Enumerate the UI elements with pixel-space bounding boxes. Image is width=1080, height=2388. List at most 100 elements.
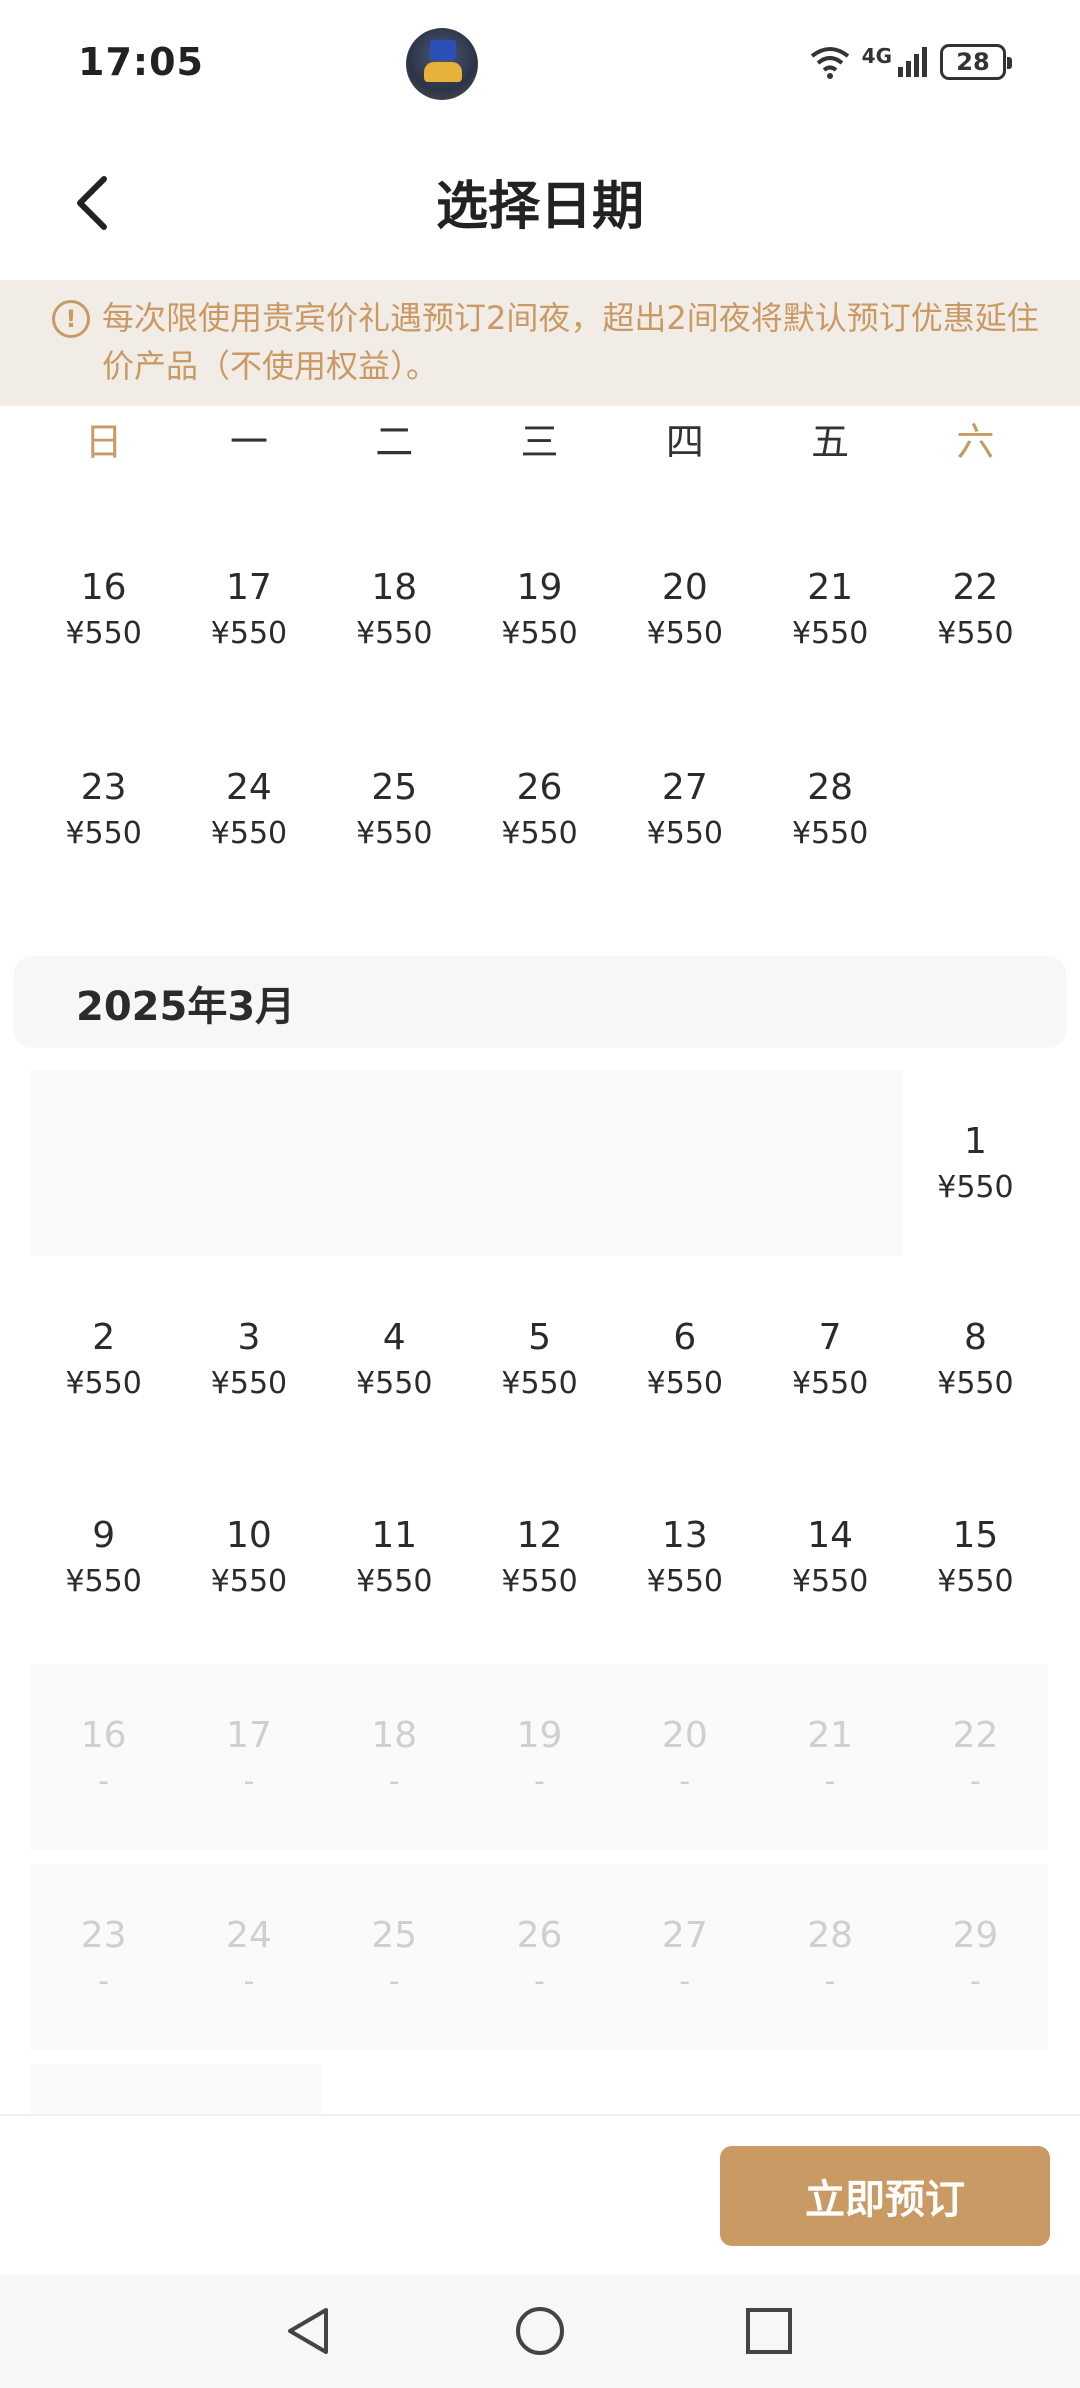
day-number: 21 xyxy=(807,1715,854,1756)
day-cell[interactable]: 25 ¥550 xyxy=(322,716,467,902)
day-price: - xyxy=(243,1764,255,1799)
day-price: - xyxy=(243,1964,255,1999)
day-cell[interactable]: 11 ¥550 xyxy=(322,1464,467,1650)
day-cell[interactable]: 2 ¥550 xyxy=(31,1266,176,1452)
day-number: 13 xyxy=(661,1515,708,1556)
notification-avatar-icon xyxy=(406,28,478,100)
status-bar: 17:05 4G 28 xyxy=(0,0,1080,128)
day-price: ¥550 xyxy=(65,616,142,651)
day-price: ¥550 xyxy=(356,816,433,851)
day-cell[interactable]: 8 ¥550 xyxy=(903,1266,1048,1452)
day-price: ¥550 xyxy=(65,816,142,851)
day-cell[interactable]: 7 ¥550 xyxy=(757,1266,902,1452)
day-number: 27 xyxy=(661,767,708,808)
day-cell[interactable]: 10 ¥550 xyxy=(176,1464,321,1650)
day-cell-disabled: 26 - xyxy=(467,1864,612,2050)
day-cell-disabled: 25 - xyxy=(322,1864,467,2050)
day-price: ¥550 xyxy=(356,616,433,651)
day-cell-disabled: 28 - xyxy=(757,1864,902,2050)
day-cell[interactable]: 1 ¥550 xyxy=(903,1070,1048,1256)
weekday-tue: 二 xyxy=(375,420,414,464)
day-cell[interactable]: 18 ¥550 xyxy=(322,516,467,702)
day-cell[interactable]: 4 ¥550 xyxy=(322,1266,467,1452)
day-number: 20 xyxy=(661,1715,708,1756)
nav-recents-button[interactable] xyxy=(736,2298,802,2364)
day-price: ¥550 xyxy=(937,1170,1014,1205)
battery-level: 28 xyxy=(956,48,990,76)
day-number: 3 xyxy=(237,1317,261,1358)
day-cell[interactable]: 12 ¥550 xyxy=(467,1464,612,1650)
day-cell[interactable]: 5 ¥550 xyxy=(467,1266,612,1452)
weekday-wed: 三 xyxy=(520,420,559,464)
day-cell-disabled: 23 - xyxy=(31,1864,176,2050)
day-price: - xyxy=(679,1764,691,1799)
day-price: ¥550 xyxy=(501,616,578,651)
day-number: 24 xyxy=(226,767,272,808)
calendar-row: 9 ¥550 10 ¥550 11 ¥550 12 ¥550 13 ¥550 14 ¥550… xyxy=(31,1464,1048,1650)
day-cell[interactable]: 17 ¥550 xyxy=(176,516,321,702)
nav-back-button[interactable] xyxy=(276,2298,342,2364)
day-cell[interactable]: 6 ¥550 xyxy=(612,1266,757,1452)
day-cell[interactable]: 26 ¥550 xyxy=(467,716,612,902)
day-price: ¥550 xyxy=(501,1366,578,1401)
day-price: ¥550 xyxy=(791,1366,869,1401)
day-cell[interactable]: 16 ¥550 xyxy=(31,516,176,702)
day-cell[interactable]: 9 ¥550 xyxy=(31,1464,176,1650)
day-price: ¥550 xyxy=(937,616,1014,651)
day-number: 18 xyxy=(371,567,418,608)
bottom-action-bar: 立即预订 xyxy=(0,2114,1080,2274)
day-number: 9 xyxy=(92,1515,116,1556)
day-price: - xyxy=(970,1764,981,1799)
disabled-row-partial xyxy=(31,2064,321,2114)
day-price: ¥550 xyxy=(937,1366,1014,1401)
day-price: ¥550 xyxy=(210,616,288,651)
day-cell[interactable]: 20 ¥550 xyxy=(612,516,757,702)
day-price: - xyxy=(98,1764,110,1799)
day-number: 26 xyxy=(516,1915,563,1956)
day-number: 14 xyxy=(807,1515,854,1556)
day-cell[interactable]: 23 ¥550 xyxy=(31,716,176,902)
weekday-header: 日 一 二 三 四 五 六 xyxy=(0,406,1080,486)
weekday-fri: 五 xyxy=(811,420,850,464)
day-number: 17 xyxy=(226,1715,272,1756)
network-type-label: 4G xyxy=(861,44,892,68)
day-cell-disabled: 17 - xyxy=(176,1664,321,1850)
calendar-row: 23 ¥550 24 ¥550 25 ¥550 26 ¥550 27 ¥550 28 ¥55… xyxy=(31,716,1048,902)
day-price: ¥550 xyxy=(356,1564,433,1599)
day-cell[interactable]: 21 ¥550 xyxy=(757,516,902,702)
day-price: ¥550 xyxy=(65,1564,142,1599)
day-number: 1 xyxy=(963,1121,987,1162)
warning-icon: ! xyxy=(52,300,90,338)
day-cell[interactable]: 19 ¥550 xyxy=(467,516,612,702)
day-cell[interactable]: 27 ¥550 xyxy=(612,716,757,902)
day-price: ¥550 xyxy=(646,1564,724,1599)
day-price: ¥550 xyxy=(501,816,578,851)
day-price: - xyxy=(388,1964,400,1999)
day-number: 19 xyxy=(516,567,563,608)
day-price: ¥550 xyxy=(646,616,724,651)
day-number: 5 xyxy=(528,1317,551,1358)
day-number: 19 xyxy=(516,1715,563,1756)
day-cell[interactable]: 28 ¥550 xyxy=(757,716,902,902)
month-header: 2025年3月 xyxy=(14,956,1066,1048)
day-number: 16 xyxy=(80,567,127,608)
nav-home-button[interactable] xyxy=(507,2298,573,2364)
notice-text: 每次限使用贵宾价礼遇预订2间夜，超出2间夜将默认预订优惠延住价产品（不使用权益）… xyxy=(102,299,1039,385)
book-now-button[interactable]: 立即预订 xyxy=(720,2146,1050,2246)
day-cell[interactable]: 3 ¥550 xyxy=(176,1266,321,1452)
day-number: 22 xyxy=(952,1715,999,1756)
calendar-row-disabled: 23 - 24 - 25 - 26 - 27 - 28 - 29 - xyxy=(31,1864,1048,2050)
day-price: - xyxy=(388,1764,400,1799)
wifi-icon xyxy=(810,47,849,79)
day-number: 12 xyxy=(516,1515,563,1556)
day-cell[interactable]: 22 ¥550 xyxy=(903,516,1048,702)
day-cell[interactable]: 15 ¥550 xyxy=(903,1464,1048,1650)
day-cell[interactable]: 13 ¥550 xyxy=(612,1464,757,1650)
calendar-row: 16 ¥550 17 ¥550 18 ¥550 19 ¥550 20 ¥550 21 ¥55… xyxy=(31,516,1048,702)
day-number: 6 xyxy=(673,1317,697,1358)
day-cell[interactable]: 14 ¥550 xyxy=(757,1464,902,1650)
day-cell[interactable]: 24 ¥550 xyxy=(176,716,321,902)
day-cell-disabled: 18 - xyxy=(322,1664,467,1850)
day-number: 16 xyxy=(80,1715,127,1756)
day-number: 11 xyxy=(371,1515,418,1556)
